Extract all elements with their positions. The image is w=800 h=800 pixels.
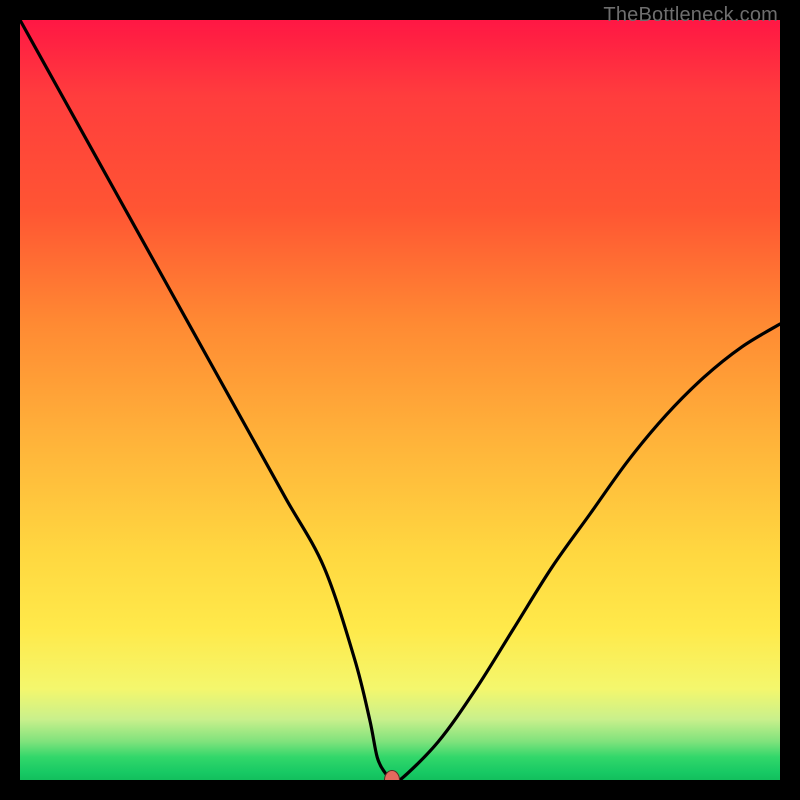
watermark-text: TheBottleneck.com: [603, 4, 778, 27]
bottleneck-curve: [20, 20, 780, 780]
curve-layer: [20, 20, 780, 780]
plot-area: [20, 20, 780, 780]
chart-frame: TheBottleneck.com: [0, 0, 800, 800]
